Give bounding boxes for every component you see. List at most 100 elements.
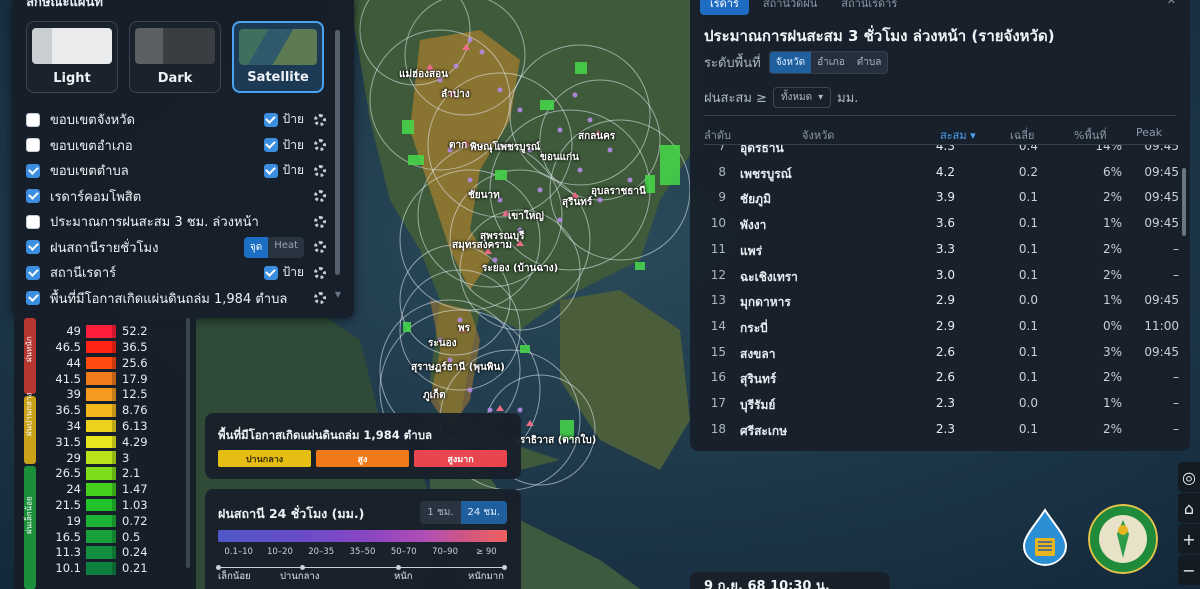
chevron-down-icon: ▾ xyxy=(818,92,824,103)
legend-swatch xyxy=(86,530,112,543)
table-row[interactable]: 8 เพชรบูรณ์ 4.2 0.2 6% 09:45 xyxy=(690,159,1180,185)
column-header-rank[interactable]: ลำดับ xyxy=(704,126,731,144)
checkbox[interactable] xyxy=(26,163,40,178)
checkbox[interactable] xyxy=(26,112,40,127)
gear-icon[interactable] xyxy=(314,241,326,254)
label-toggle[interactable]: ป้าย xyxy=(263,161,304,180)
label-toggle[interactable]: ป้าย xyxy=(263,136,304,155)
level-district-button[interactable]: อำเภอ xyxy=(811,52,851,73)
home-icon[interactable]: ⌂ xyxy=(1178,493,1200,523)
period-toggle: 1 ชม. 24 ชม. xyxy=(420,501,507,524)
gear-icon[interactable] xyxy=(314,266,326,279)
table-scrollbar[interactable] xyxy=(1182,168,1186,236)
checkbox[interactable] xyxy=(263,138,278,153)
layer-subdistrict-boundary[interactable]: ขอบเขตตำบล ป้าย xyxy=(26,158,326,184)
layer-district-boundary[interactable]: ขอบเขตอำเภอ ป้าย xyxy=(26,133,326,159)
column-header-peak[interactable]: Peak xyxy=(1136,126,1162,139)
checkbox[interactable] xyxy=(26,291,40,306)
table-row[interactable]: 17 บุรีรัมย์ 2.3 0.0 1% – xyxy=(690,390,1180,416)
level-province-button[interactable]: จังหวัด xyxy=(769,52,812,73)
column-header-sum[interactable]: สะสม ▾ xyxy=(940,126,976,144)
layer-province-boundary[interactable]: ขอบเขตจังหวัด ป้าย xyxy=(26,107,326,133)
gear-icon[interactable] xyxy=(314,292,326,305)
zoom-in-icon[interactable]: + xyxy=(1178,524,1200,554)
satellite-thumbnail xyxy=(239,29,317,65)
legend-row: 36.5 8.76 xyxy=(44,403,166,418)
table-row[interactable]: 7 อุดรธานี 4.3 0.4 14% 09:45 xyxy=(690,145,1180,159)
layer-hourly-station-rain[interactable]: ฝนสถานีรายชั่วโมง จุด Heat xyxy=(26,235,326,261)
checkbox[interactable] xyxy=(263,163,278,178)
table-row[interactable]: 13 มุกดาหาร 2.9 0.0 1% 09:45 xyxy=(690,287,1180,313)
table-row[interactable]: 16 สุรินทร์ 2.6 0.1 2% – xyxy=(690,364,1180,390)
table-row[interactable]: 15 สงขลา 2.6 0.1 3% 09:45 xyxy=(690,339,1180,365)
layer-radar-stations[interactable]: สถานีเรดาร์ ป้าย xyxy=(26,260,326,286)
level-very-high-chip: สูงมาก xyxy=(414,450,507,467)
legend-dbz: 39 xyxy=(66,387,81,402)
checkbox[interactable] xyxy=(26,138,40,153)
table-row[interactable]: 18 ศรีสะเกษ 2.3 0.1 2% – xyxy=(690,416,1180,442)
style-light-button[interactable]: Light xyxy=(26,21,118,93)
label-toggle[interactable]: ป้าย xyxy=(263,110,304,129)
tab-radar-stations[interactable]: สถานีเรดาร์ xyxy=(831,0,907,15)
level-subdistrict-button[interactable]: ตำบล xyxy=(851,52,888,73)
meteorological-department-logo xyxy=(1088,504,1158,574)
checkbox[interactable] xyxy=(263,112,278,127)
gear-icon[interactable] xyxy=(314,164,326,177)
checkbox[interactable] xyxy=(26,189,40,204)
panel-scrollbar-thumb[interactable] xyxy=(335,30,340,275)
legend-swatch xyxy=(86,356,112,370)
gear-icon[interactable] xyxy=(314,113,326,126)
zoom-out-icon[interactable]: − xyxy=(1178,555,1200,585)
checkbox[interactable] xyxy=(26,214,40,229)
style-dark-button[interactable]: Dark xyxy=(129,21,221,93)
display-mode-toggle: จุด Heat xyxy=(243,236,304,258)
legend-mm: 1.03 xyxy=(122,498,148,513)
close-icon[interactable]: ✕ xyxy=(1167,0,1176,7)
layer-rain-forecast[interactable]: ประมาณการฝนสะสม 3 ชม. ล่วงหน้า xyxy=(26,209,326,235)
period-1h-button[interactable]: 1 ชม. xyxy=(420,501,460,524)
map-label: พร xyxy=(458,323,470,334)
mode-heat-button[interactable]: Heat xyxy=(268,237,304,258)
period-24h-button[interactable]: 24 ชม. xyxy=(460,501,507,524)
legend-mm: 1.47 xyxy=(122,482,148,497)
layer-label: ขอบเขตอำเภอ xyxy=(50,138,133,154)
style-satellite-button[interactable]: Satellite xyxy=(232,21,324,93)
tick-label: 20–35 xyxy=(308,547,335,557)
cell-area-percent: 1% xyxy=(1102,293,1122,308)
label-toggle[interactable]: ป้าย xyxy=(263,263,304,282)
map-settings-panel: ลักษณะแผนที่ Light Dark Satellite ขอบเขต… xyxy=(12,0,354,318)
layer-radar-composite[interactable]: เรดาร์คอมโพสิต xyxy=(26,184,326,210)
legend-swatch xyxy=(86,340,112,354)
intensity-label: เล็กน้อย xyxy=(218,571,251,582)
checkbox[interactable] xyxy=(26,265,40,280)
filter-select[interactable]: ทั้งหมด ▾ xyxy=(772,87,832,108)
tab-radar[interactable]: เรดาร์ xyxy=(700,0,749,15)
intensity-label: ปานกลาง xyxy=(280,571,320,582)
column-header-area-percent[interactable]: %พื้นที่ xyxy=(1074,126,1106,144)
scroll-down-icon[interactable]: ▼ xyxy=(335,290,341,299)
table-row[interactable]: 9 ชัยภูมิ 3.9 0.1 2% 09:45 xyxy=(690,184,1180,210)
gear-icon[interactable] xyxy=(314,139,326,152)
layer-landslide-risk[interactable]: พื้นที่มีโอกาสเกิดแผ่นดินถล่ม 1,984 ตำบล xyxy=(26,286,326,312)
legend-mm: 8.76 xyxy=(122,403,148,418)
gear-icon[interactable] xyxy=(314,190,326,203)
gear-icon[interactable] xyxy=(314,215,326,228)
map-style-selector: Light Dark Satellite xyxy=(26,21,324,93)
table-row[interactable]: 11 แพร่ 3.3 0.1 2% – xyxy=(690,236,1180,262)
checkbox[interactable] xyxy=(263,265,278,280)
column-header-average[interactable]: เฉลี่ย xyxy=(1010,126,1034,144)
column-header-province[interactable]: จังหวัด xyxy=(802,126,834,144)
style-label: Dark xyxy=(157,71,193,86)
checkbox[interactable] xyxy=(26,240,40,255)
locate-icon[interactable]: ◎ xyxy=(1178,462,1200,492)
legend-swatch xyxy=(86,325,112,338)
tab-rain-stations[interactable]: สถานีวัดฝน xyxy=(753,0,827,15)
mode-point-button[interactable]: จุด xyxy=(243,236,269,258)
cell-sum: 2.9 xyxy=(935,318,955,333)
legend-scrollbar[interactable] xyxy=(186,318,190,568)
table-row[interactable]: 12 ฉะเชิงเทรา 3.0 0.1 2% – xyxy=(690,262,1180,288)
table-row[interactable]: 10 พังงา 3.6 0.1 1% 09:45 xyxy=(690,210,1180,236)
table-row[interactable]: 14 กระบี่ 2.9 0.1 0% 11:00 xyxy=(690,313,1180,339)
cell-province: กระบี่ xyxy=(740,320,768,335)
intensity-label: หนักมาก xyxy=(468,571,504,582)
